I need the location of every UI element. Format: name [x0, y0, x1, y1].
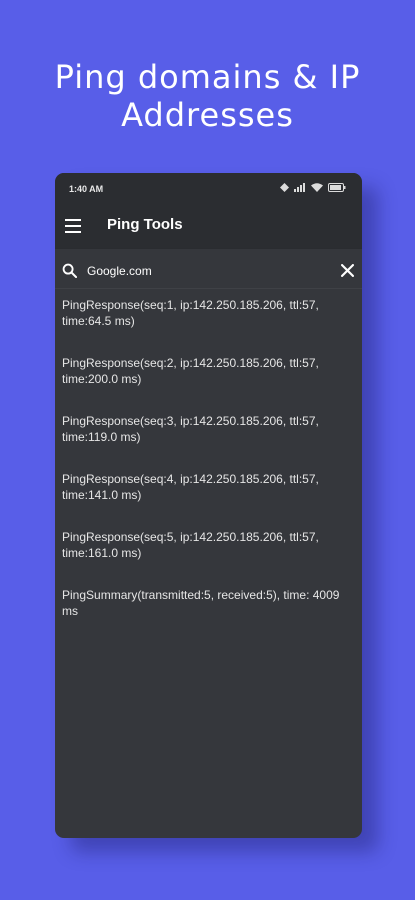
status-bar: 1:40 AM	[55, 173, 362, 205]
search-input[interactable]	[85, 260, 329, 282]
data-sync-icon	[280, 183, 289, 192]
search-bar	[55, 254, 362, 289]
search-icon[interactable]	[62, 263, 77, 278]
list-item: PingResponse(seq:3, ip:142.250.185.206, …	[62, 414, 319, 444]
screen: { "promo": { "title_line1": "Ping domain…	[0, 0, 415, 900]
menu-icon[interactable]	[65, 219, 81, 233]
list-item: PingResponse(seq:5, ip:142.250.185.206, …	[62, 530, 319, 560]
phone-screen: 1:40 AM Ping Tools Google.com PingRespon…	[55, 173, 362, 838]
ping-summary: PingSummary(transmitted:5, received:5), …	[62, 588, 340, 618]
promo-title-line-1: Ping domains & IP	[54, 58, 361, 96]
list-item: PingResponse(seq:1, ip:142.250.185.206, …	[62, 298, 319, 328]
list-item: PingResponse(seq:2, ip:142.250.185.206, …	[62, 356, 319, 386]
app-title: Ping Tools	[107, 216, 183, 233]
status-icons	[280, 183, 346, 192]
app-bar: Ping Tools	[55, 205, 362, 248]
promo-title: Ping domains & IP Addresses	[0, 58, 415, 134]
signal-icon	[294, 183, 305, 192]
battery-icon	[328, 183, 346, 192]
list-item: PingResponse(seq:4, ip:142.250.185.206, …	[62, 472, 319, 502]
wifi-icon	[311, 183, 323, 192]
close-icon[interactable]	[341, 264, 354, 277]
status-time: 1:40 AM	[69, 184, 104, 194]
promo-title-line-2: Addresses	[121, 96, 294, 134]
results-list: PingResponse(seq:1, ip:142.250.185.206, …	[55, 289, 362, 645]
